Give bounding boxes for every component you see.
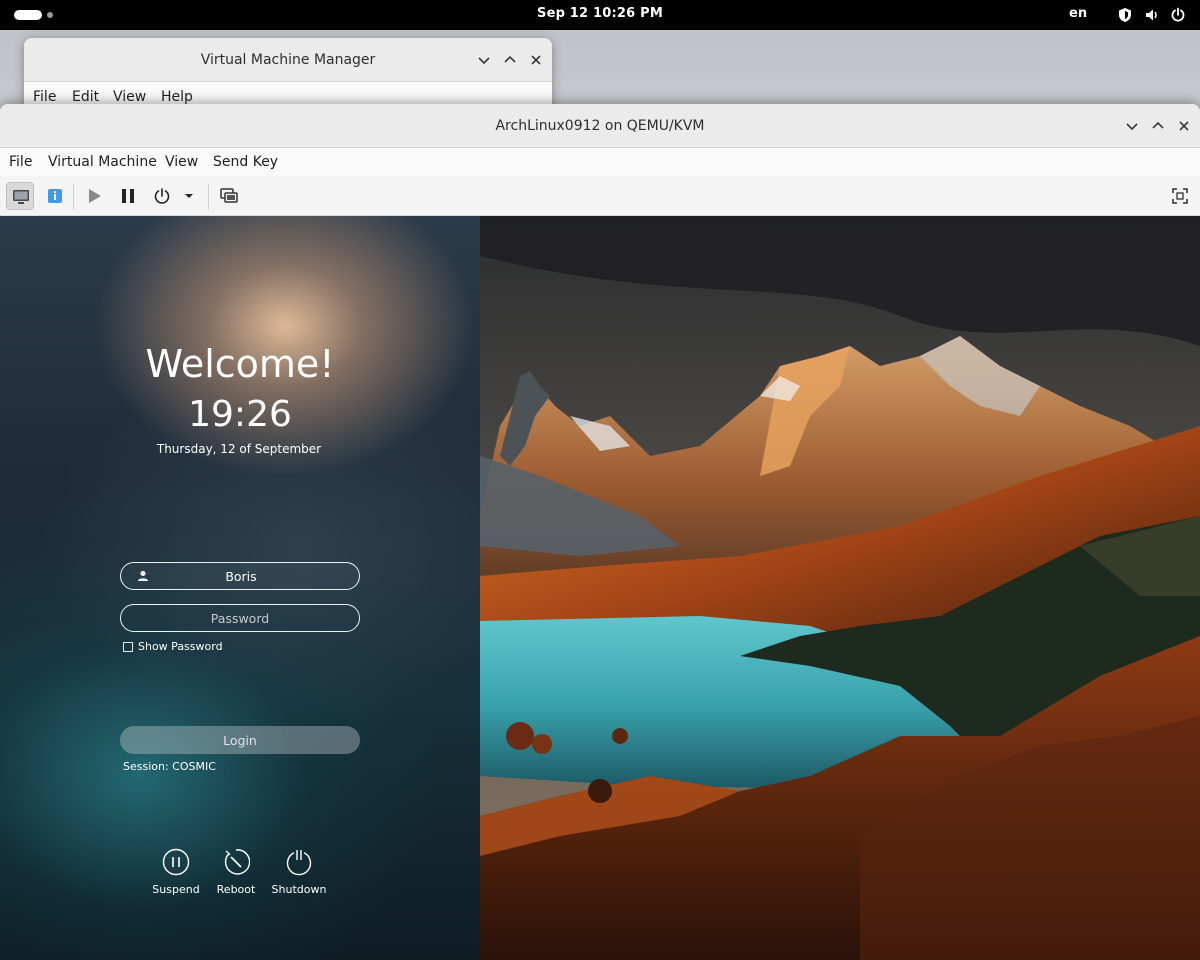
close-button[interactable] [527, 51, 545, 69]
vmm-menu-file[interactable]: File [33, 89, 56, 105]
volume-icon[interactable] [1144, 7, 1160, 23]
session-selector[interactable]: Session: COSMIC [123, 760, 216, 773]
username-selector[interactable]: Boris [120, 562, 360, 590]
guest-display[interactable]: Welcome! 19:26 Thursday, 12 of September… [0, 216, 1200, 960]
greeter-clock: 19:26 [188, 394, 292, 435]
reboot-button[interactable]: Reboot [201, 848, 271, 900]
reboot-icon [224, 849, 250, 875]
power-icon[interactable] [1170, 7, 1186, 23]
password-input[interactable] [120, 604, 360, 632]
vm-menu-virtual-machine[interactable]: Virtual Machine [48, 154, 157, 170]
toolbar-separator [73, 184, 74, 210]
top-bar-clock[interactable]: Sep 12 10:26 PM [0, 6, 1200, 21]
power-icon [286, 850, 312, 876]
snapshot-icon[interactable] [215, 182, 243, 210]
top-bar: Sep 12 10:26 PM en [0, 0, 1200, 30]
vm-menubar: File Virtual Machine View Send Key [0, 148, 1200, 176]
shield-icon[interactable] [1117, 7, 1133, 23]
pause-icon[interactable] [114, 182, 142, 210]
shutdown-icon[interactable] [148, 182, 176, 210]
toolbar-separator [208, 184, 209, 210]
login-greeter-panel: Welcome! 19:26 Thursday, 12 of September… [0, 216, 480, 960]
show-password-label: Show Password [138, 640, 223, 653]
checkbox-box[interactable] [123, 642, 133, 652]
vmm-menu-edit[interactable]: Edit [72, 89, 99, 105]
close-button[interactable] [1175, 117, 1193, 135]
greeter-date: Thursday, 12 of September [156, 442, 322, 456]
vmm-window-title: Virtual Machine Manager [200, 52, 376, 68]
login-button[interactable]: Login [120, 726, 360, 754]
vm-toolbar [0, 176, 1200, 216]
maximize-button[interactable] [501, 51, 519, 69]
vm-menu-file[interactable]: File [9, 154, 32, 170]
reboot-label: Reboot [216, 883, 256, 896]
minimize-button[interactable] [475, 51, 493, 69]
suspend-icon [162, 848, 190, 876]
vmm-menu-view[interactable]: View [113, 89, 146, 105]
chevron-down-icon[interactable] [178, 182, 200, 210]
info-icon[interactable] [41, 182, 69, 210]
wallpaper-landscape [480, 216, 1200, 960]
welcome-heading: Welcome! [145, 342, 335, 386]
vm-console-window[interactable]: ArchLinux0912 on QEMU/KVM File Virtual M… [0, 104, 1200, 960]
play-icon[interactable] [80, 182, 108, 210]
shutdown-button[interactable]: Shutdown [264, 848, 334, 900]
minimize-button[interactable] [1123, 117, 1141, 135]
vm-menu-send-key[interactable]: Send Key [213, 154, 278, 170]
console-icon[interactable] [6, 182, 34, 210]
vmm-titlebar[interactable]: Virtual Machine Manager [24, 38, 552, 82]
maximize-button[interactable] [1149, 117, 1167, 135]
vm-window-title: ArchLinux0912 on QEMU/KVM [495, 118, 705, 134]
fullscreen-icon[interactable] [1166, 182, 1194, 210]
vmm-menu-help[interactable]: Help [161, 89, 193, 105]
show-password-checkbox[interactable]: Show Password [123, 640, 243, 654]
vm-menu-view[interactable]: View [165, 154, 198, 170]
shutdown-label: Shutdown [271, 883, 327, 896]
username-value: Boris [225, 569, 257, 584]
keyboard-layout-indicator[interactable]: en [1069, 6, 1087, 21]
vm-titlebar[interactable]: ArchLinux0912 on QEMU/KVM [0, 104, 1200, 148]
